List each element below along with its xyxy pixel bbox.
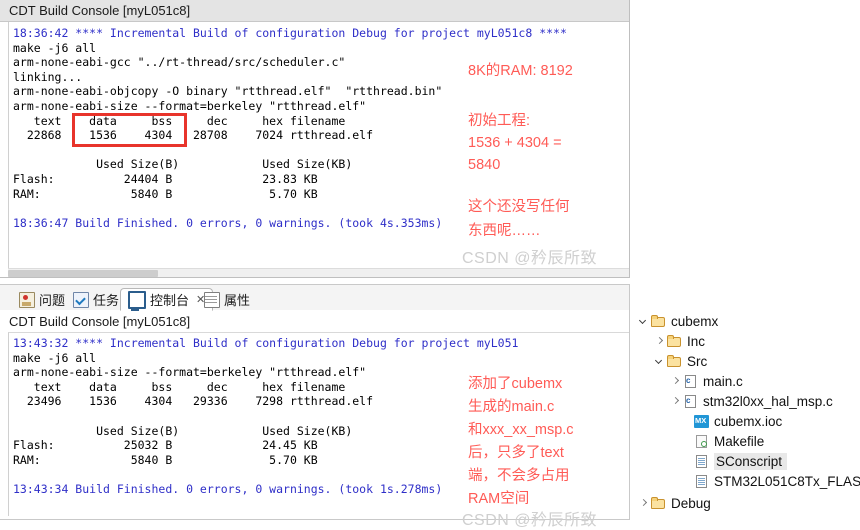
annotation-initial-project: 初始工程: bbox=[468, 113, 531, 129]
problems-icon bbox=[19, 291, 35, 308]
annotation-sum-expr: 1536 + 4304 = bbox=[468, 135, 562, 151]
top-console-hscrollbar[interactable] bbox=[8, 268, 629, 277]
watermark-bottom: CSDN @矜辰所致 bbox=[462, 512, 598, 529]
tab-label: 控制台 bbox=[150, 293, 190, 308]
chevron-down-icon[interactable] bbox=[654, 356, 665, 367]
tree-item-label: Makefile bbox=[714, 434, 765, 449]
console-line: 18:36:42 **** Incremental Build of confi… bbox=[13, 26, 567, 40]
tab-properties[interactable]: 属性 bbox=[197, 288, 257, 311]
console-line: 13:43:32 **** Incremental Build of confi… bbox=[13, 336, 519, 350]
view-tabstrip: 问题 任务 控制台 ✕ 属性 bbox=[0, 284, 630, 311]
annotation-sum-result: 5840 bbox=[468, 157, 501, 173]
tree-item-label: Debug bbox=[671, 496, 711, 511]
tree-item-sconscript[interactable]: SConscript bbox=[681, 452, 788, 471]
annotation-msp-file: 和xxx_xx_msp.c bbox=[468, 422, 574, 438]
bottom-console-title: CDT Build Console [myL051c8] bbox=[9, 314, 191, 329]
console-line: text data bss dec hex filename bbox=[13, 113, 346, 128]
console-line: Used Size(B) Used Size(KB) bbox=[13, 157, 353, 172]
tab-label: 属性 bbox=[224, 293, 251, 308]
annotation-generated-main: 生成的main.c bbox=[468, 399, 555, 415]
doc-file-icon bbox=[694, 455, 709, 468]
console-line: Flash: 24404 B 23.83 KB bbox=[13, 171, 318, 186]
tree-item-label: STM32L051C8Tx_FLASH.ld bbox=[714, 474, 860, 489]
tree-item-inc[interactable]: Inc bbox=[654, 332, 705, 351]
tree-item-src[interactable]: Src bbox=[654, 352, 707, 371]
scrollbar-thumb[interactable] bbox=[8, 270, 158, 277]
c-file-icon bbox=[683, 375, 698, 388]
tree-item-debug[interactable]: Debug bbox=[638, 494, 711, 513]
annotation-added-cubemx: 添加了cubemx bbox=[468, 376, 563, 392]
project-explorer-tree: cubemx Inc Src main.c stm32l0xx_hal_msp.… bbox=[632, 0, 860, 520]
tab-tasks[interactable]: 任务 bbox=[66, 288, 126, 311]
annotation-note-line2: 东西呢…… bbox=[468, 223, 541, 239]
tree-item-label: cubemx.ioc bbox=[714, 414, 783, 429]
folder-icon bbox=[667, 335, 682, 348]
chevron-right-icon[interactable] bbox=[638, 498, 649, 509]
makefile-icon bbox=[694, 435, 709, 448]
spacer-icon bbox=[681, 476, 692, 487]
console-line: arm-none-eabi-objcopy -O binary "rtthrea… bbox=[13, 84, 443, 99]
top-console-titlebar: CDT Build Console [myL051c8] bbox=[0, 0, 629, 22]
folder-icon bbox=[651, 497, 666, 510]
tree-item-label: main.c bbox=[703, 374, 743, 389]
tree-item-label: stm32l0xx_hal_msp.c bbox=[703, 394, 833, 409]
screenshot-root: CDT Build Console [myL051c8] 18:36:42 **… bbox=[0, 0, 860, 529]
spacer-icon bbox=[681, 456, 692, 467]
top-console-panel: CDT Build Console [myL051c8] 18:36:42 **… bbox=[0, 0, 630, 278]
tree-item-makefile[interactable]: Makefile bbox=[681, 432, 764, 451]
tree-item-label: Inc bbox=[687, 334, 706, 349]
tree-item-cubemx[interactable]: cubemx bbox=[638, 312, 718, 331]
chevron-right-icon[interactable] bbox=[670, 396, 681, 407]
console-line: arm-none-eabi-size --format=berkeley "rt… bbox=[13, 98, 367, 113]
tab-problems[interactable]: 问题 bbox=[12, 288, 72, 311]
annotation-note-line1: 这个还没写任何 bbox=[468, 199, 570, 215]
tasks-icon bbox=[73, 291, 89, 308]
c-file-icon bbox=[683, 395, 698, 408]
tree-item-label: cubemx bbox=[671, 314, 719, 329]
folder-icon bbox=[651, 315, 666, 328]
tree-item-flash-ld[interactable]: STM32L051C8Tx_FLASH.ld bbox=[681, 472, 860, 491]
tree-item-cubemx-ioc[interactable]: cubemx.ioc bbox=[681, 412, 782, 431]
annotation-no-extra-ram: 端，不会多占用 bbox=[468, 468, 570, 484]
tree-item-label: SConscript bbox=[714, 453, 788, 470]
folder-icon bbox=[667, 355, 682, 368]
console-icon bbox=[128, 290, 146, 311]
tab-label: 任务 bbox=[93, 293, 120, 308]
annotation-ram-size: 8K的RAM: 8192 bbox=[468, 63, 573, 79]
console-line: make -j6 all bbox=[13, 350, 97, 365]
chevron-right-icon[interactable] bbox=[654, 336, 665, 347]
watermark-top: CSDN @矜辰所致 bbox=[462, 250, 598, 267]
chevron-down-icon[interactable] bbox=[638, 316, 649, 327]
mx-file-icon bbox=[694, 415, 709, 428]
doc-file-icon bbox=[694, 475, 709, 488]
properties-icon bbox=[204, 291, 220, 308]
tab-label: 问题 bbox=[39, 293, 66, 308]
tree-item-label: Src bbox=[687, 354, 708, 369]
chevron-right-icon[interactable] bbox=[670, 376, 681, 387]
spacer-icon bbox=[681, 436, 692, 447]
annotation-only-text: 后，只多了text bbox=[468, 445, 564, 461]
bottom-console-panel: 问题 任务 控制台 ✕ 属性 CDT Build Console [myL051… bbox=[0, 284, 630, 529]
console-line: make -j6 all bbox=[13, 40, 97, 55]
spacer-icon bbox=[681, 416, 692, 427]
tree-item-main-c[interactable]: main.c bbox=[670, 372, 743, 391]
top-console-title: CDT Build Console [myL051c8] bbox=[9, 3, 191, 18]
tree-item-hal-msp-c[interactable]: stm32l0xx_hal_msp.c bbox=[670, 392, 833, 411]
